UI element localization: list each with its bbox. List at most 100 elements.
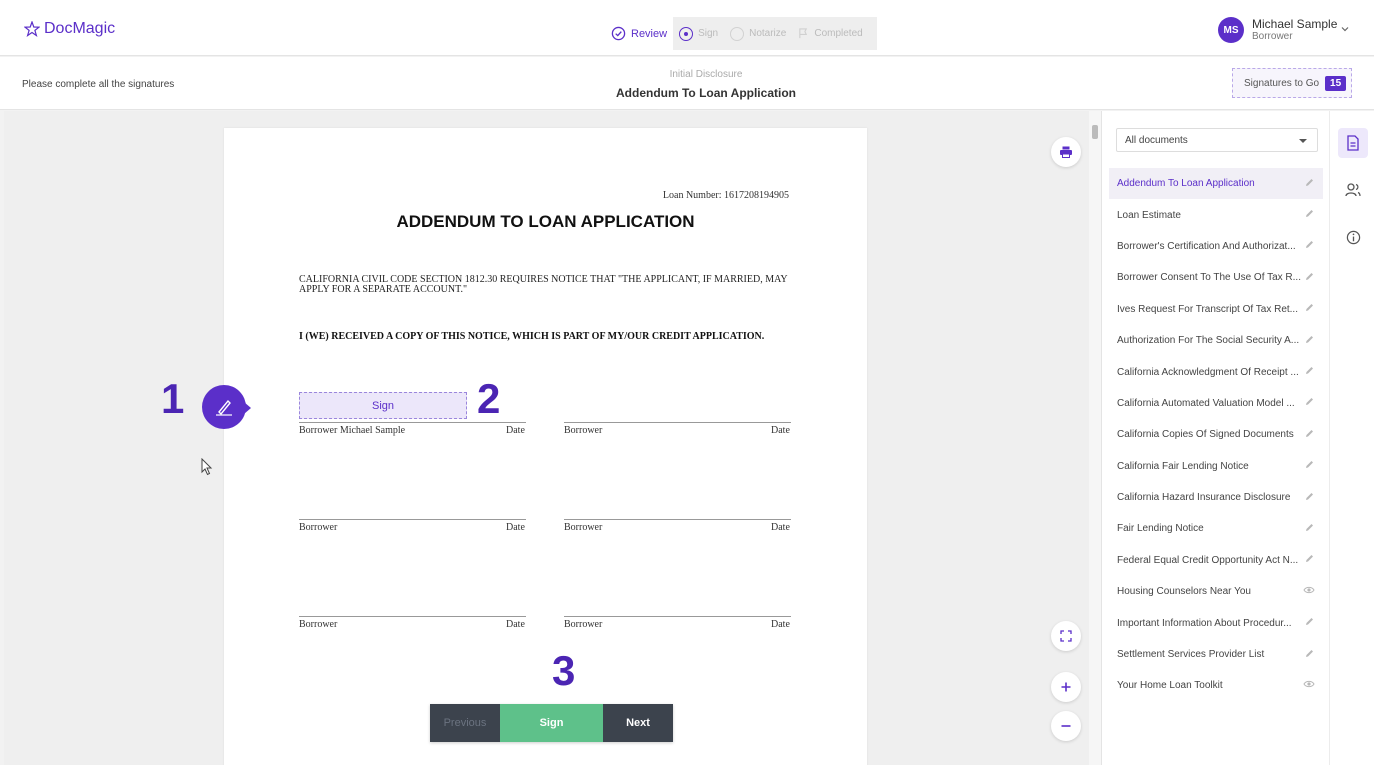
sign-field[interactable]: Sign bbox=[299, 392, 467, 419]
document-viewer[interactable]: Loan Number: 1617208194905 ADDENDUM TO L… bbox=[4, 111, 1098, 765]
document-list-item[interactable]: Ives Request For Transcript Of Tax Ret..… bbox=[1109, 294, 1323, 325]
pen-signature-icon bbox=[216, 399, 232, 416]
document-name: Fair Lending Notice bbox=[1117, 523, 1204, 535]
check-circle-icon bbox=[611, 26, 626, 41]
document-list-item[interactable]: Important Information About Procedur... bbox=[1109, 607, 1323, 638]
documents-filter-select[interactable]: All documents bbox=[1116, 128, 1318, 152]
document-list-item[interactable]: Settlement Services Provider List bbox=[1109, 639, 1323, 670]
mouse-cursor-icon bbox=[201, 458, 213, 476]
documents-tab-button[interactable] bbox=[1338, 128, 1368, 158]
document-name: Settlement Services Provider List bbox=[1117, 649, 1265, 661]
flag-icon bbox=[799, 28, 808, 39]
document-list-item[interactable]: Addendum To Loan Application bbox=[1109, 168, 1323, 200]
signature-line bbox=[299, 519, 526, 520]
users-icon bbox=[1345, 183, 1361, 197]
document-name: Important Information About Procedur... bbox=[1117, 617, 1292, 629]
document-list-item[interactable]: Fair Lending Notice bbox=[1109, 513, 1323, 544]
next-button[interactable]: Next bbox=[603, 704, 673, 742]
pencil-icon bbox=[1304, 491, 1315, 505]
previous-button[interactable]: Previous bbox=[430, 704, 500, 742]
info-tab-button[interactable] bbox=[1338, 222, 1368, 252]
page-heading: ADDENDUM TO LOAN APPLICATION bbox=[396, 212, 695, 231]
acknowledgement-text: I (WE) RECEIVED A COPY OF THIS NOTICE, W… bbox=[299, 331, 765, 342]
pending-step-icon bbox=[730, 26, 745, 41]
document-name: Borrower Consent To The Use Of Tax R... bbox=[1117, 272, 1301, 284]
documents-filter-value: All documents bbox=[1125, 135, 1188, 146]
date-label: Date bbox=[771, 425, 790, 436]
document-list-item[interactable]: Loan Estimate bbox=[1109, 199, 1323, 230]
signature-line bbox=[564, 519, 791, 520]
pencil-icon bbox=[1304, 302, 1315, 316]
side-rail bbox=[1329, 111, 1374, 765]
pencil-icon bbox=[1304, 365, 1315, 379]
documents-list: Addendum To Loan Application Loan Estimat… bbox=[1109, 168, 1323, 702]
pencil-icon bbox=[1304, 396, 1315, 410]
document-list-item[interactable]: Borrower's Certification And Authorizat.… bbox=[1109, 231, 1323, 262]
logo[interactable]: DocMagic bbox=[24, 20, 115, 38]
document-name: California Acknowledgment Of Receipt ... bbox=[1117, 366, 1299, 378]
zoom-out-button[interactable] bbox=[1051, 711, 1081, 741]
document-title: Addendum To Loan Application bbox=[616, 86, 796, 100]
signature-label: Borrower bbox=[564, 619, 603, 630]
pencil-icon bbox=[1304, 428, 1315, 442]
scrollbar-thumb[interactable] bbox=[1092, 125, 1098, 139]
document-icon bbox=[1347, 135, 1359, 151]
pencil-icon bbox=[1304, 648, 1315, 662]
progress-steps: Review Sign Notarize Completed bbox=[605, 17, 877, 50]
pencil-icon bbox=[1304, 459, 1315, 473]
print-icon bbox=[1060, 146, 1072, 158]
pencil-icon bbox=[1304, 334, 1315, 348]
document-list-item[interactable]: Authorization For The Social Security A.… bbox=[1109, 325, 1323, 356]
date-label: Date bbox=[771, 619, 790, 630]
chevron-down-icon[interactable] bbox=[1340, 24, 1350, 34]
signature-line bbox=[564, 616, 791, 617]
pencil-icon bbox=[1304, 616, 1315, 630]
pencil-icon bbox=[1304, 208, 1315, 222]
document-name: California Copies Of Signed Documents bbox=[1117, 429, 1294, 441]
document-list-item[interactable]: Borrower Consent To The Use Of Tax R... bbox=[1109, 262, 1323, 293]
document-list-item[interactable]: Federal Equal Credit Opportunity Act N..… bbox=[1109, 545, 1323, 576]
guide-pointer bbox=[244, 402, 251, 414]
document-name: Borrower's Certification And Authorizat.… bbox=[1117, 240, 1296, 252]
document-list-item[interactable]: California Automated Valuation Model ... bbox=[1109, 388, 1323, 419]
document-name: Housing Counselors Near You bbox=[1117, 586, 1251, 598]
document-list-item[interactable]: California Copies Of Signed Documents bbox=[1109, 419, 1323, 450]
signature-label: Borrower Michael Sample bbox=[299, 425, 406, 436]
current-step-icon bbox=[679, 26, 694, 41]
signature-label: Borrower bbox=[299, 522, 338, 533]
pencil-icon bbox=[1304, 239, 1315, 253]
document-name: Ives Request For Transcript Of Tax Ret..… bbox=[1117, 303, 1298, 315]
signature-label: Borrower bbox=[564, 425, 603, 436]
logo-text: DocMagic bbox=[44, 20, 116, 37]
info-icon bbox=[1346, 230, 1360, 244]
document-name: California Automated Valuation Model ... bbox=[1117, 397, 1295, 409]
user-name: Michael Sample bbox=[1252, 16, 1338, 31]
document-list-item[interactable]: California Acknowledgment Of Receipt ... bbox=[1109, 356, 1323, 387]
pencil-icon bbox=[1304, 271, 1315, 285]
print-button[interactable] bbox=[1051, 137, 1081, 167]
document-list-item[interactable]: Housing Counselors Near You bbox=[1109, 576, 1323, 607]
zoom-in-button[interactable] bbox=[1051, 672, 1081, 702]
signers-tab-button[interactable] bbox=[1338, 175, 1368, 205]
step-review: Review bbox=[605, 26, 673, 41]
sign-button[interactable]: Sign bbox=[500, 704, 603, 742]
signature-guide-button[interactable] bbox=[202, 385, 246, 429]
eye-icon bbox=[1303, 585, 1315, 598]
signatures-to-go-button[interactable]: Signatures to Go 15 bbox=[1232, 68, 1352, 98]
fullscreen-icon bbox=[1060, 630, 1072, 642]
document-page: Loan Number: 1617208194905 ADDENDUM TO L… bbox=[224, 128, 867, 765]
signature-line bbox=[564, 422, 791, 423]
signature-label: Borrower bbox=[299, 619, 338, 630]
document-list-item[interactable]: California Hazard Insurance Disclosure bbox=[1109, 482, 1323, 513]
fullscreen-button[interactable] bbox=[1051, 621, 1081, 651]
step-notarize: Notarize bbox=[724, 26, 792, 41]
document-list-item[interactable]: California Fair Lending Notice bbox=[1109, 451, 1323, 482]
viewer-scrollbar[interactable] bbox=[1089, 111, 1101, 765]
notice-text: CALIFORNIA CIVIL CODE SECTION 1812.30 RE… bbox=[299, 274, 788, 295]
signatures-count-badge: 15 bbox=[1325, 75, 1347, 91]
document-list-item[interactable]: Your Home Loan Toolkit bbox=[1109, 670, 1323, 701]
user-menu[interactable]: MS Michael Sample Borrower bbox=[1218, 17, 1337, 43]
minus-icon bbox=[1061, 725, 1071, 727]
documents-panel: All documents Addendum To Loan Applicati… bbox=[1101, 111, 1329, 765]
avatar: MS bbox=[1218, 17, 1244, 43]
